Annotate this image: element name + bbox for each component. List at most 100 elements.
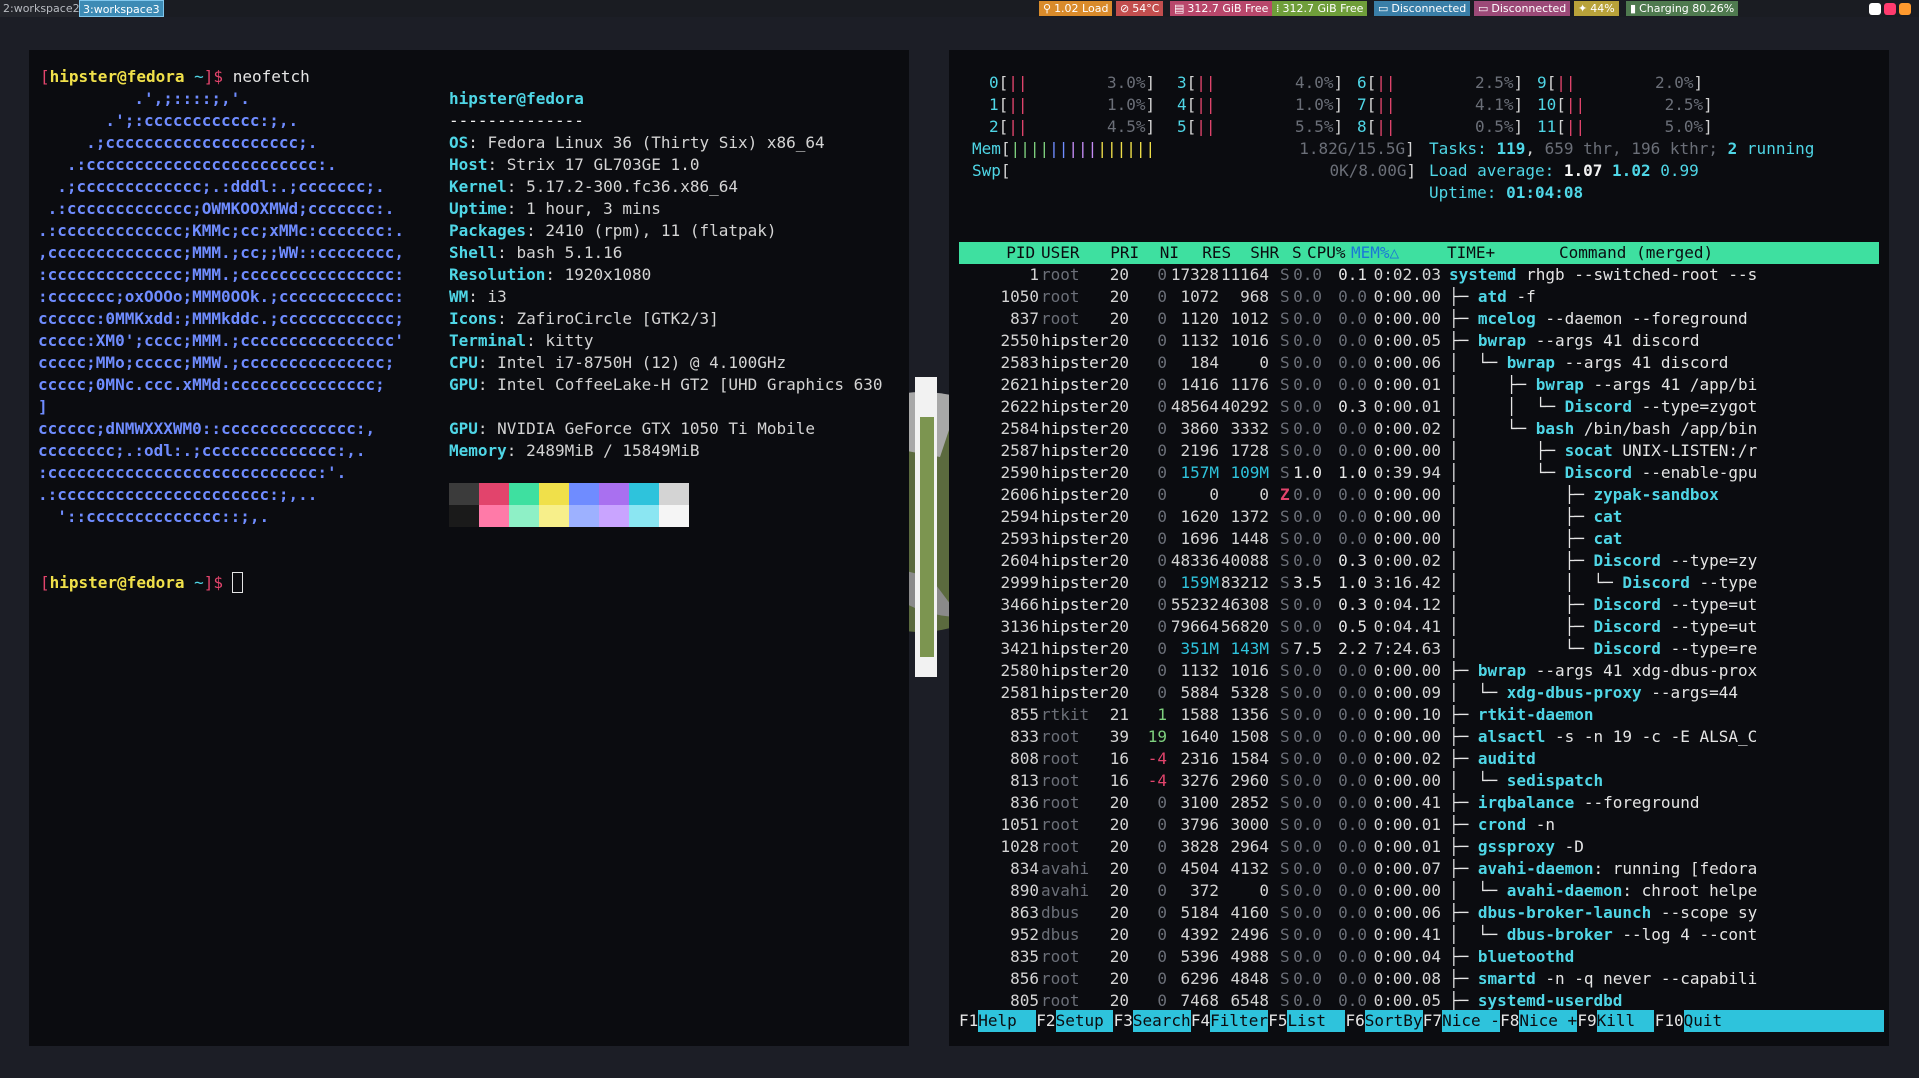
- process-row[interactable]: 808 root 16 -4 2316 1584 S 0.0 0.0 0:00.02 ├─ audi…: [949, 748, 1889, 770]
- mem-percent: 0.0: [1338, 793, 1367, 812]
- status-block[interactable]: ▮ Charging 80.26%: [1626, 1, 1739, 16]
- nice: 0: [1157, 375, 1167, 394]
- process-row[interactable]: 836 root 20 0 3100 2852 S 0.0 0.0 0:00.41 ├─ irqba…: [949, 792, 1889, 814]
- process-row[interactable]: 2606 hipster 20 0 0 0 Z 0.0 0.0 0:00.00 │ ├─ zypak…: [949, 484, 1889, 506]
- process-row[interactable]: 3466 hipster 20 0 55232 46308 S 0.0 0.3 0:04.12 │ …: [949, 594, 1889, 616]
- function-key-f9[interactable]: F9Kill: [1577, 1010, 1655, 1032]
- status-block[interactable]: ▭ Disconnected: [1374, 1, 1471, 16]
- column-header[interactable]: PRI: [1110, 242, 1139, 264]
- process-row[interactable]: 952 dbus 20 0 4392 2496 S 0.0 0.0 0:00.41 │ └─ dbu…: [949, 924, 1889, 946]
- mem-percent: 0.0: [1338, 881, 1367, 900]
- process-row[interactable]: 863 dbus 20 0 5184 4160 S 0.0 0.0 0:00.06 ├─ dbus-…: [949, 902, 1889, 924]
- process-row[interactable]: 1051 root 20 0 3796 3000 S 0.0 0.0 0:00.01 ├─ cron…: [949, 814, 1889, 836]
- process-row[interactable]: 813 root 16 -4 3276 2960 S 0.0 0.0 0:00.00 │ └─ se…: [949, 770, 1889, 792]
- column-header[interactable]: S: [1292, 242, 1302, 264]
- status-block-text: 312.7 GiB Free: [1187, 2, 1269, 15]
- process-row[interactable]: 2590 hipster 20 0 157M 109M S 1.0 1.0 0:39.94 │ └─…: [949, 462, 1889, 484]
- process-row[interactable]: 2583 hipster 20 0 184 0 S 0.0 0.0 0:00.06 │ └─ bwr…: [949, 352, 1889, 374]
- status-block[interactable]: ⁞ 312.7 GiB Free: [1272, 1, 1368, 16]
- column-header[interactable]: CPU%: [1307, 242, 1346, 264]
- process-row[interactable]: 2550 hipster 20 0 1132 1016 S 0.0 0.0 0:00.05 ├─ b…: [949, 330, 1889, 352]
- function-key-number: F10: [1654, 1011, 1684, 1030]
- function-key-f2[interactable]: F2Setup: [1036, 1010, 1114, 1032]
- process-row[interactable]: 1050 root 20 0 1072 968 S 0.0 0.0 0:00.00 ├─ atd -…: [949, 286, 1889, 308]
- prompt-line: [hipster@fedora ~]$ █: [40, 572, 244, 593]
- function-key-f3[interactable]: F3Search: [1114, 1010, 1191, 1032]
- process-row[interactable]: 3421 hipster 20 0 351M 143M S 7.5 2.2 7:24.63 │ └─…: [949, 638, 1889, 660]
- nice: 0: [1157, 485, 1167, 504]
- state: S: [1280, 463, 1290, 482]
- swap-meter: Swp[0K/8.00G]: [972, 161, 1417, 180]
- cpu-percent: 4.0%: [1295, 73, 1334, 92]
- process-row[interactable]: 1 root 20 0 17328 11164 S 0.0 0.1 0:02.03 systemd …: [949, 264, 1889, 286]
- process-row[interactable]: 855 rtkit 21 1 1588 1356 S 0.0 0.0 0:00.10 ├─ rtki…: [949, 704, 1889, 726]
- function-key-f7[interactable]: F7Nice -: [1423, 1010, 1500, 1032]
- status-block[interactable]: ▤ 312.7 GiB Free: [1170, 1, 1273, 16]
- app-icon[interactable]: [1884, 2, 1896, 15]
- color-swatch: [449, 505, 479, 527]
- column-header[interactable]: RES: [1202, 242, 1231, 264]
- cpu-percent: 0.0: [1293, 683, 1322, 702]
- status-block[interactable]: ⊘ 54°C: [1116, 1, 1164, 16]
- command-args: /bin/bash /app/bin: [1574, 419, 1758, 438]
- process-row[interactable]: 833 root 39 19 1640 1508 S 0.0 0.0 0:00.00 ├─ alsa…: [949, 726, 1889, 748]
- column-header[interactable]: TIME+: [1447, 242, 1495, 264]
- terminal-neofetch[interactable]: [hipster@fedora ~]$ neofetch .',;::::;,'…: [29, 50, 909, 1046]
- function-key-f10[interactable]: F10Quit: [1655, 1010, 1884, 1032]
- process-row[interactable]: 2593 hipster 20 0 1696 1448 S 0.0 0.0 0:00.00 │ ├─…: [949, 528, 1889, 550]
- user: hipster: [1041, 331, 1109, 350]
- process-row[interactable]: 2581 hipster 20 0 5884 5328 S 0.0 0.0 0:00.09 │ └─…: [949, 682, 1889, 704]
- function-key-f5[interactable]: F5List: [1268, 1010, 1346, 1032]
- process-row[interactable]: 837 root 20 0 1120 1012 S 0.0 0.0 0:00.00 ├─ mcelo…: [949, 308, 1889, 330]
- color-swatch: [539, 505, 569, 527]
- function-key-f8[interactable]: F8Nice +: [1500, 1010, 1578, 1032]
- cpu-id: 4: [1177, 95, 1187, 114]
- column-header[interactable]: SHR: [1250, 242, 1279, 264]
- color-swatch: [629, 505, 659, 527]
- process-row[interactable]: 3136 hipster 20 0 79664 56820 S 0.0 0.5 0:04.41 │ …: [949, 616, 1889, 638]
- command-name: bwrap: [1477, 331, 1527, 350]
- column-header[interactable]: NI: [1160, 242, 1179, 264]
- column-header[interactable]: MEM%△: [1351, 242, 1399, 264]
- status-block[interactable]: ✦ 44%: [1574, 1, 1619, 16]
- function-key-f1[interactable]: F1Help: [959, 1010, 1037, 1032]
- process-row[interactable]: 2621 hipster 20 0 1416 1176 S 0.0 0.0 0:00.01 │ ├─…: [949, 374, 1889, 396]
- cpu-bar: ||: [1008, 73, 1028, 92]
- shr: 1728: [1230, 441, 1269, 460]
- workspace-2-button[interactable]: 2:workspace2: [0, 0, 83, 17]
- status-block[interactable]: ⚲ 1.02 Load: [1039, 1, 1113, 16]
- column-header[interactable]: PID: [1006, 242, 1035, 264]
- discord-icon[interactable]: [1869, 2, 1881, 15]
- process-row[interactable]: 805 root 20 0 7468 6548 S 0.0 0.0 0:00.05 ├─ syste…: [949, 990, 1889, 1012]
- neofetch-info-line: Terminal: kitty: [449, 331, 594, 350]
- column-header[interactable]: USER: [1041, 242, 1080, 264]
- process-row[interactable]: 2584 hipster 20 0 3860 3332 S 0.0 0.0 0:00.02 │ └─…: [949, 418, 1889, 440]
- function-key-f4[interactable]: F4Filter: [1191, 1010, 1268, 1032]
- color-swatch: [569, 483, 599, 505]
- process-row[interactable]: 2594 hipster 20 0 1620 1372 S 0.0 0.0 0:00.00 │ ├─…: [949, 506, 1889, 528]
- status-block[interactable]: ▭ Disconnected: [1474, 1, 1571, 16]
- workspace-3-button[interactable]: 3:workspace3: [79, 0, 164, 17]
- process-row[interactable]: 2580 hipster 20 0 1132 1016 S 0.0 0.0 0:00.00 ├─ b…: [949, 660, 1889, 682]
- process-row[interactable]: 1028 root 20 0 3828 2964 S 0.0 0.0 0:00.01 ├─ gssp…: [949, 836, 1889, 858]
- column-header[interactable]: Command (merged): [1559, 242, 1713, 264]
- user: hipster: [1041, 529, 1109, 548]
- process-row[interactable]: 2587 hipster 20 0 2196 1728 S 0.0 0.0 0:00.00 │ ├─…: [949, 440, 1889, 462]
- state: S: [1280, 881, 1290, 900]
- process-row[interactable]: 2622 hipster 20 0 48564 40292 S 0.0 0.3 0:00.01 │ …: [949, 396, 1889, 418]
- process-row[interactable]: 890 avahi 20 0 372 0 S 0.0 0.0 0:00.00 │ └─ avahi-…: [949, 880, 1889, 902]
- tree-branch: ├─: [1449, 331, 1478, 350]
- browser-icon[interactable]: [1899, 2, 1911, 15]
- process-row[interactable]: 835 root 20 0 5396 4988 S 0.0 0.0 0:00.04 ├─ bluet…: [949, 946, 1889, 968]
- process-row[interactable]: 2999 hipster 20 0 159M 83212 S 3.5 1.0 3:16.42 │ │…: [949, 572, 1889, 594]
- cpu-percent: 0.0: [1293, 551, 1322, 570]
- function-key-f6[interactable]: F6SortBy: [1346, 1010, 1423, 1032]
- res: 3796: [1180, 815, 1219, 834]
- process-row[interactable]: 856 root 20 0 6296 4848 S 0.0 0.0 0:00.08 ├─ smart…: [949, 968, 1889, 990]
- terminal-htop[interactable]: 0[|| 3.0%] 3[|| 4.0%] 6[|| 2.5%] 9[|| 2.0%] 1[||…: [949, 50, 1889, 1046]
- res: 1072: [1180, 287, 1219, 306]
- process-row[interactable]: 834 avahi 20 0 4504 4132 S 0.0 0.0 0:00.07 ├─ avah…: [949, 858, 1889, 880]
- process-row[interactable]: 2604 hipster 20 0 48336 40088 S 0.0 0.3 0:00.02 │ …: [949, 550, 1889, 572]
- info-key: WM: [449, 287, 469, 306]
- htop-column-header[interactable]: PID USER PRI NI RES SHR S CPU% MEM%△ TIME+ Command…: [959, 242, 1879, 264]
